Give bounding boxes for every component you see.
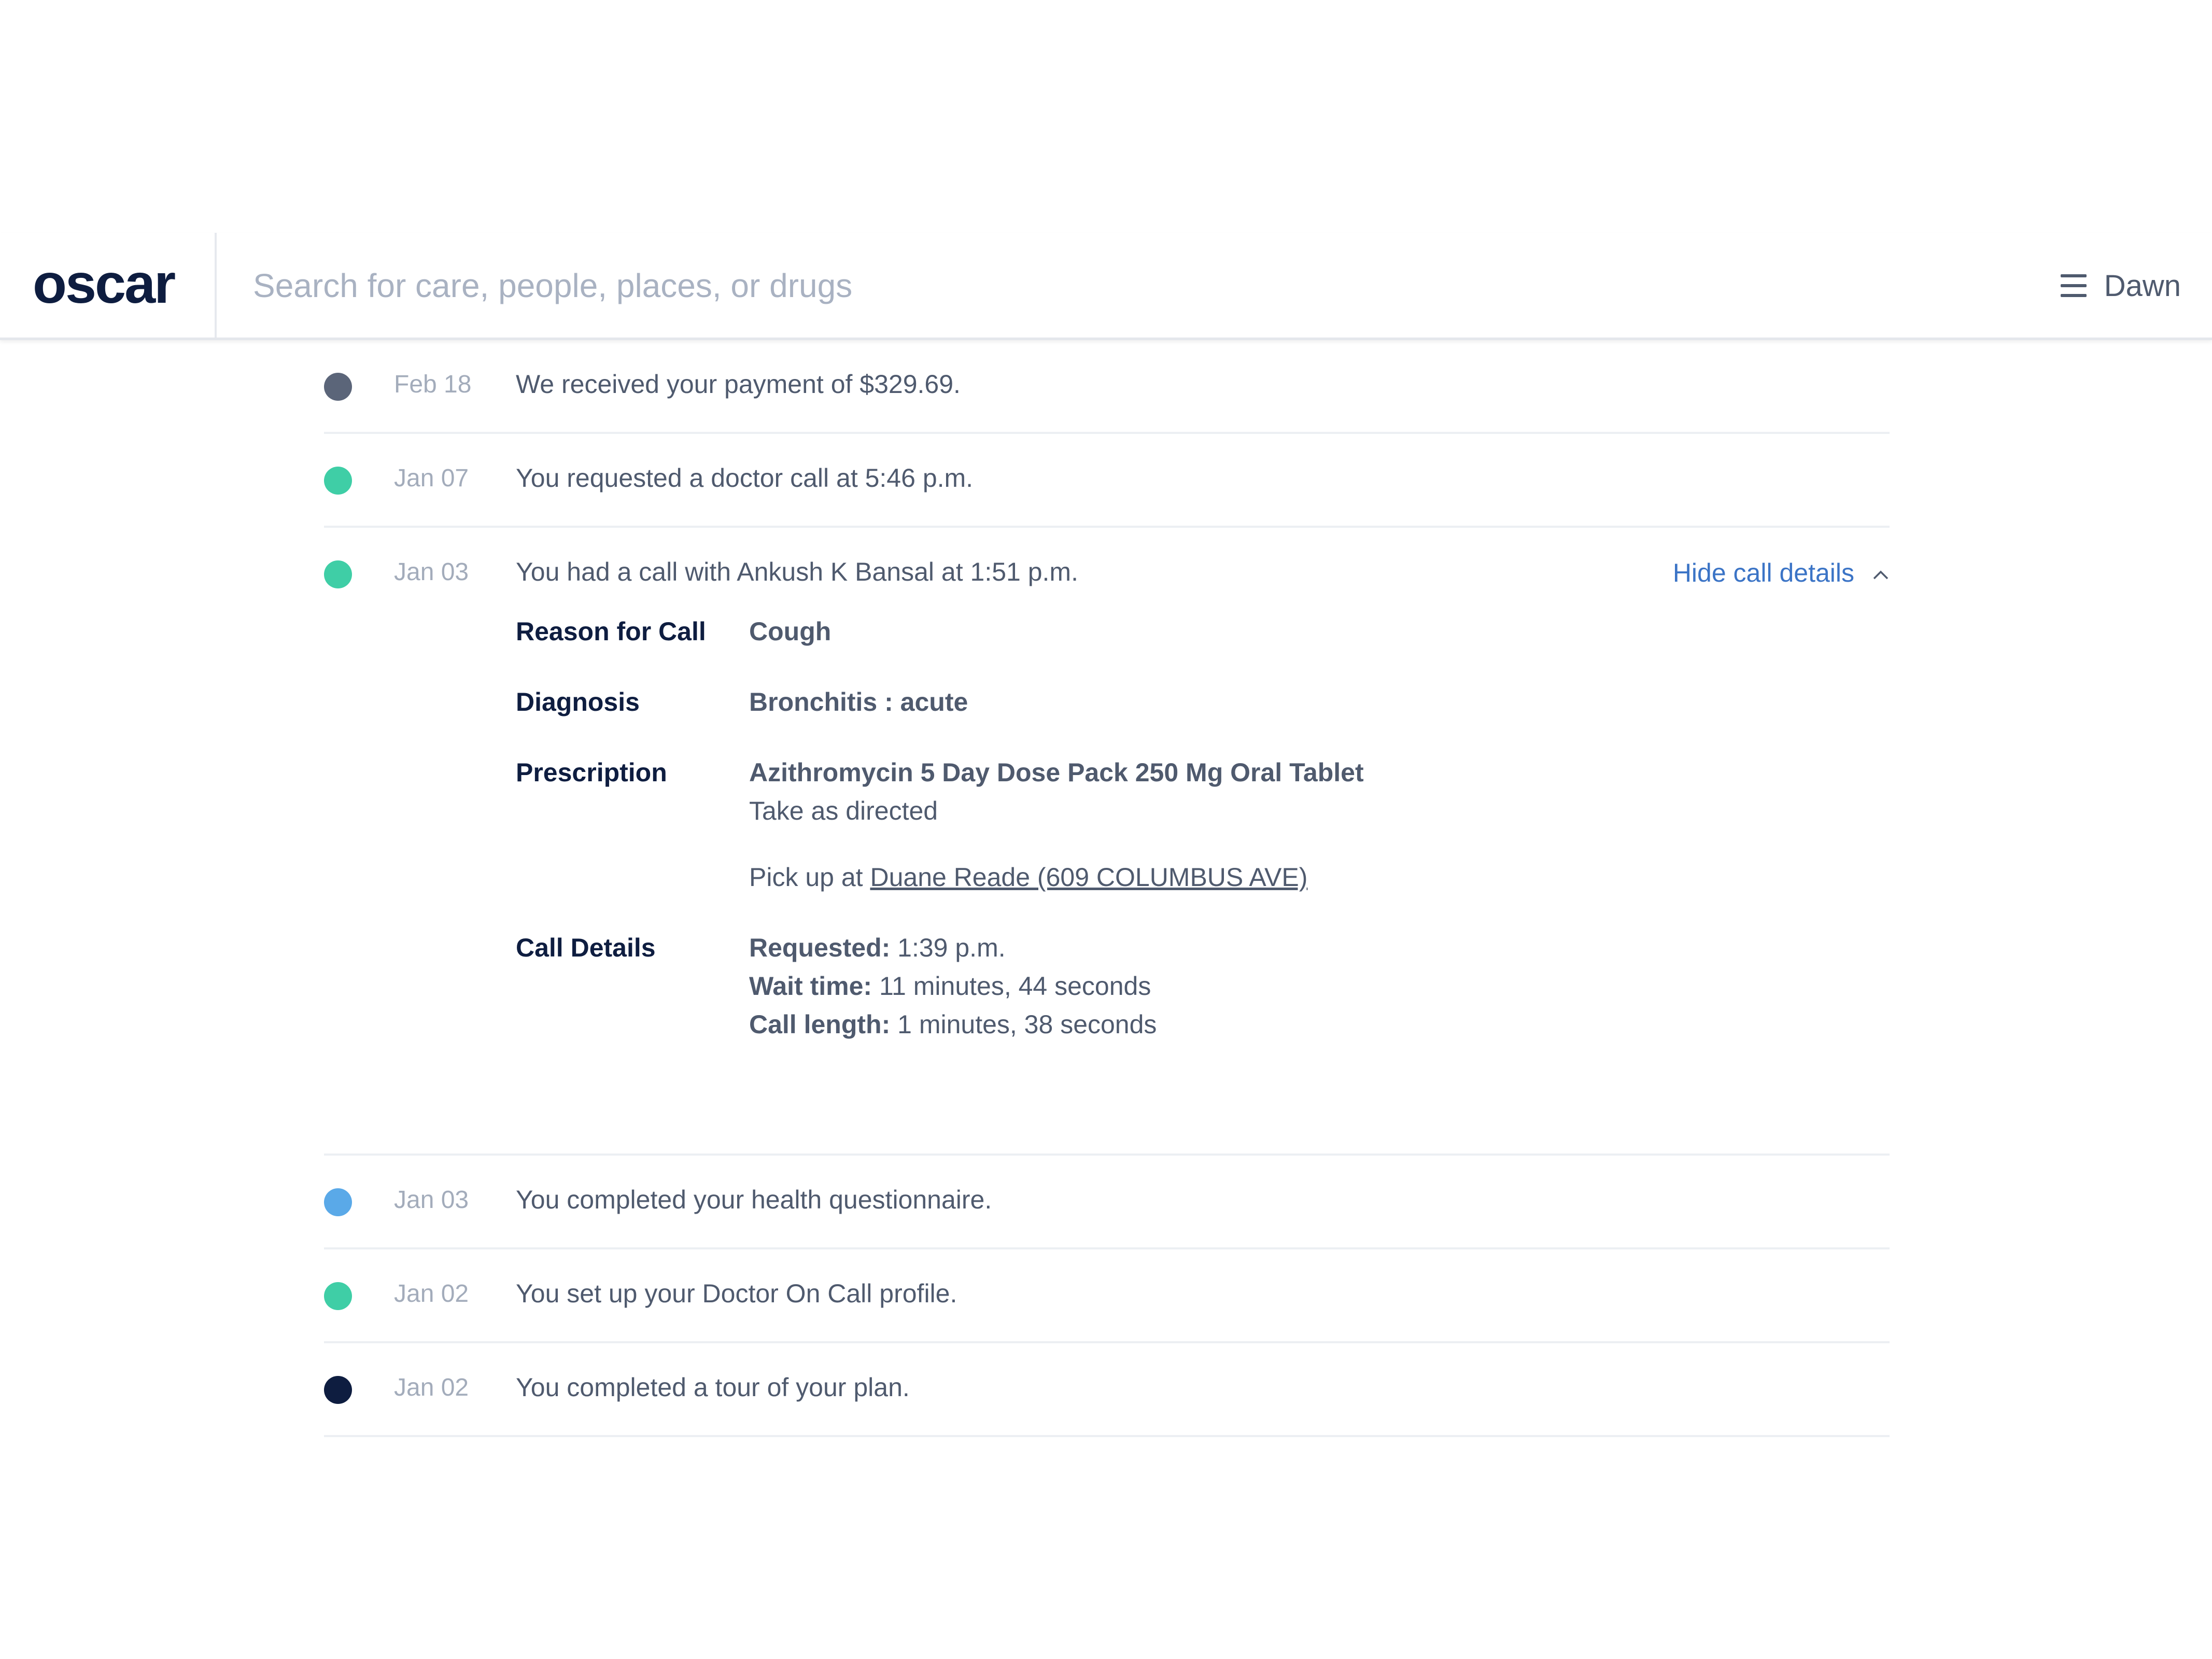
wait-value: 11 minutes, 44 seconds bbox=[879, 972, 1151, 1001]
call-details-row: Call Details Requested: 1:39 p.m. Wait t… bbox=[516, 929, 1890, 1044]
reason-row: Reason for Call Cough bbox=[516, 612, 1890, 651]
reason-value: Cough bbox=[749, 617, 832, 646]
call-details-panel: Reason for Call Cough Diagnosis Bronchit… bbox=[324, 612, 1890, 1154]
event-text: You requested a doctor call at 5:46 p.m. bbox=[516, 463, 974, 493]
status-dot bbox=[324, 560, 352, 588]
status-dot bbox=[324, 1282, 352, 1310]
event-date: Jan 07 bbox=[394, 465, 469, 492]
event-date: Feb 18 bbox=[394, 371, 472, 398]
prescription-block: Azithromycin 5 Day Dose Pack 250 Mg Oral… bbox=[749, 753, 1364, 896]
hide-call-details-label: Hide call details bbox=[1672, 558, 1854, 587]
wait-line: Wait time: 11 minutes, 44 seconds bbox=[749, 967, 1157, 1005]
status-dot bbox=[324, 373, 352, 401]
user-menu-button[interactable]: Dawn bbox=[2060, 265, 2181, 306]
timeline-row: Jan 02 You completed a tour of your plan… bbox=[324, 1343, 1890, 1437]
top-header: oscar Dawn bbox=[0, 233, 2212, 340]
event-date: Jan 02 bbox=[394, 1280, 469, 1307]
reason-label: Reason for Call bbox=[516, 617, 706, 646]
call-details-label: Call Details bbox=[516, 933, 656, 962]
activity-timeline: Feb 18 We received your payment of $329.… bbox=[324, 340, 1890, 1437]
pickup-line: Pick up at Duane Reade (609 COLUMBUS AVE… bbox=[749, 858, 1364, 896]
pickup-prefix: Pick up at bbox=[749, 863, 863, 892]
timeline-row: Jan 07 You requested a doctor call at 5:… bbox=[324, 434, 1890, 528]
diagnosis-value: Bronchitis : acute bbox=[749, 687, 968, 716]
timeline-row: Feb 18 We received your payment of $329.… bbox=[324, 340, 1890, 434]
timeline-row: Jan 02 You set up your Doctor On Call pr… bbox=[324, 1249, 1890, 1343]
event-text: You completed a tour of your plan. bbox=[516, 1373, 910, 1402]
wait-label: Wait time: bbox=[749, 972, 872, 1001]
oscar-logo[interactable]: oscar bbox=[33, 256, 176, 312]
event-text: You had a call with Ankush K Bansal at 1… bbox=[516, 557, 1078, 586]
prescription-instructions: Take as directed bbox=[749, 796, 938, 825]
prescription-name: Azithromycin 5 Day Dose Pack 250 Mg Oral… bbox=[749, 758, 1364, 787]
length-line: Call length: 1 minutes, 38 seconds bbox=[749, 1005, 1157, 1044]
status-dot bbox=[324, 1376, 352, 1404]
timeline-row: Jan 03 You completed your health questio… bbox=[324, 1156, 1890, 1249]
search-input[interactable] bbox=[253, 260, 1964, 312]
event-date: Jan 02 bbox=[394, 1374, 469, 1401]
hamburger-icon bbox=[2060, 274, 2087, 297]
hide-call-details-link[interactable]: Hide call details bbox=[1673, 558, 1890, 588]
call-details-values: Requested: 1:39 p.m. Wait time: 11 minut… bbox=[749, 929, 1157, 1044]
requested-label: Requested: bbox=[749, 933, 891, 962]
length-value: 1 minutes, 38 seconds bbox=[897, 1010, 1157, 1039]
event-text: You completed your health questionnaire. bbox=[516, 1185, 992, 1214]
diagnosis-label: Diagnosis bbox=[516, 687, 640, 716]
pharmacy-link[interactable]: Duane Reade (609 COLUMBUS AVE) bbox=[870, 863, 1307, 892]
diagnosis-row: Diagnosis Bronchitis : acute bbox=[516, 683, 1890, 721]
timeline-row-expanded: Jan 03 You had a call with Ankush K Bans… bbox=[324, 528, 1890, 1156]
logo-container: oscar bbox=[0, 233, 217, 338]
prescription-label: Prescription bbox=[516, 758, 667, 787]
length-label: Call length: bbox=[749, 1010, 891, 1039]
user-name: Dawn bbox=[2104, 269, 2181, 303]
status-dot bbox=[324, 467, 352, 495]
event-text: You set up your Doctor On Call profile. bbox=[516, 1279, 957, 1308]
requested-value: 1:39 p.m. bbox=[897, 933, 1006, 962]
event-text: We received your payment of $329.69. bbox=[516, 370, 961, 399]
prescription-row: Prescription Azithromycin 5 Day Dose Pac… bbox=[516, 753, 1890, 896]
event-date: Jan 03 bbox=[394, 558, 469, 586]
requested-line: Requested: 1:39 p.m. bbox=[749, 929, 1157, 967]
status-dot bbox=[324, 1188, 352, 1216]
chevron-up-icon bbox=[1873, 570, 1889, 580]
event-date: Jan 03 bbox=[394, 1186, 469, 1214]
